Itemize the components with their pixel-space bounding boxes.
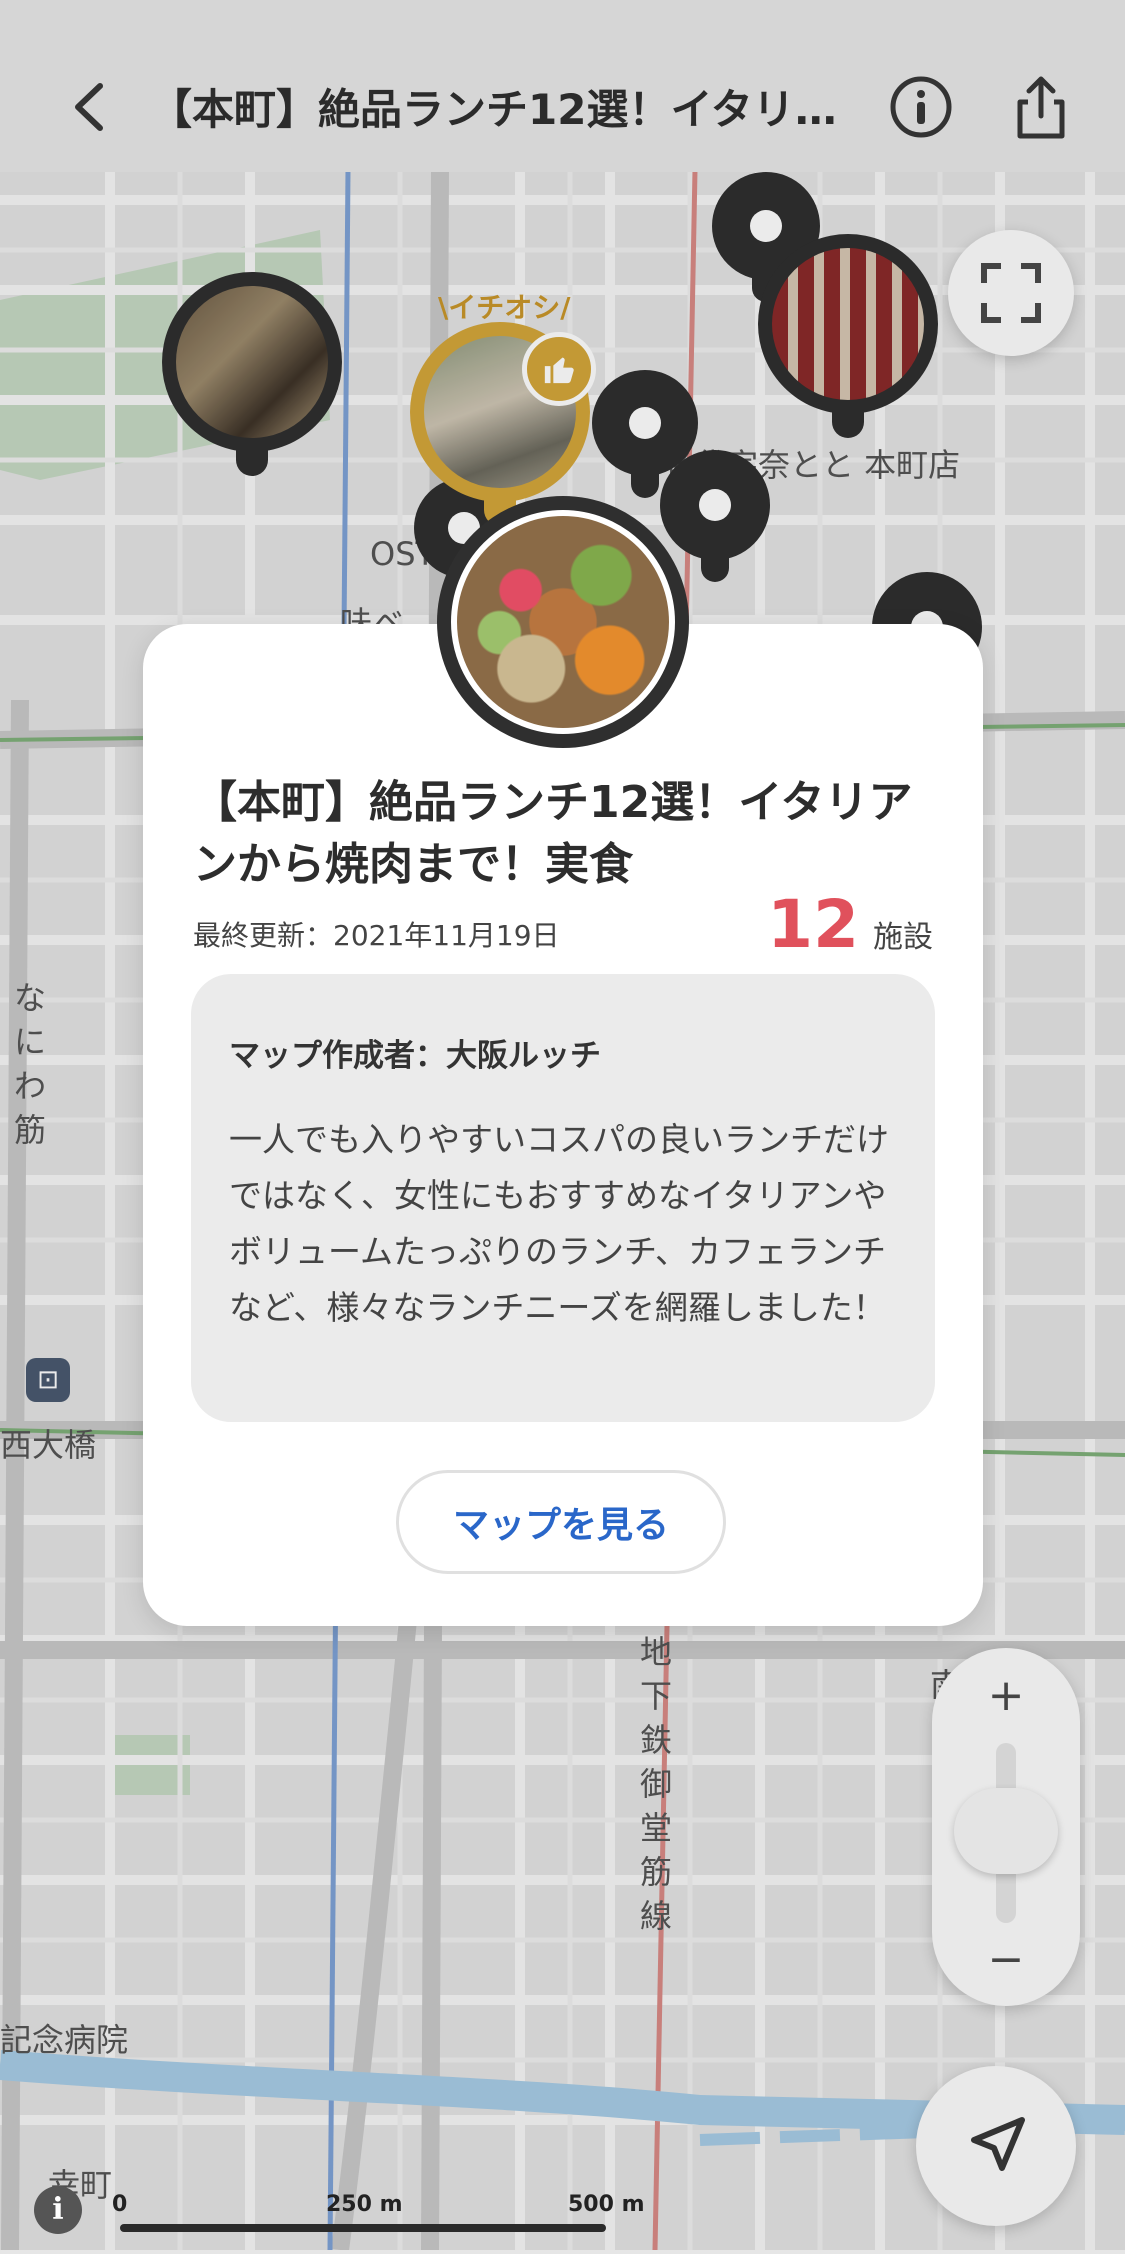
navigation-arrow-icon <box>971 2117 1025 2171</box>
fullscreen-icon <box>981 263 1041 323</box>
thumbs-up-icon <box>522 332 596 406</box>
fullscreen-button[interactable] <box>948 230 1074 356</box>
zoom-out-button[interactable]: − <box>932 1934 1080 1985</box>
zoom-control[interactable]: + − <box>932 1648 1080 2006</box>
scale-label-mid: 250 m <box>326 2192 403 2217</box>
map-photo-pin[interactable] <box>162 272 342 476</box>
share-icon <box>1017 76 1065 139</box>
page-title: 【本町】絶品ランチ12選！イタリ… <box>150 85 837 134</box>
map-description: 一人でも入りやすいコスパの良いランチだけではなく、女性にもおすすめなイタリアンや… <box>229 1120 889 1327</box>
scale-bar <box>120 2224 606 2232</box>
scale-label-zero: 0 <box>112 2192 128 2217</box>
restaurant-photo <box>176 286 328 438</box>
card-title: 【本町】絶品ランチ12選！イタリアンから焼肉まで！実食 <box>193 777 913 890</box>
map-summary-card: 【本町】絶品ランチ12選！イタリアンから焼肉まで！実食 最終更新：2021年11… <box>143 624 983 1626</box>
map-pin[interactable] <box>660 450 770 582</box>
map-info-button[interactable]: i <box>34 2186 82 2234</box>
spot-count: 12 施設 <box>767 886 933 963</box>
map-label-hospital: 記念病院 <box>0 2021 129 2059</box>
description-box: マップ作成者：大阪ルッチ 一人でも入りやすいコスパの良いランチだけではなく、女性… <box>191 974 935 1422</box>
ichioshi-badge-label: \イチオシ/ <box>438 291 571 324</box>
share-button[interactable] <box>1006 72 1076 142</box>
map-author: マップ作成者：大阪ルッチ <box>229 1038 601 1074</box>
info-button[interactable] <box>886 72 956 142</box>
last-updated: 最終更新：2021年11月19日 <box>193 919 560 952</box>
spot-count-number: 12 <box>767 886 859 963</box>
food-photo <box>451 510 675 734</box>
map-label-subway-line: 地下鉄御堂筋線 <box>639 1633 672 1935</box>
restaurant-photo <box>772 248 924 400</box>
map-photo-pin[interactable] <box>758 234 938 438</box>
zoom-in-button[interactable]: + <box>932 1670 1080 1721</box>
view-map-button[interactable]: マップを見る <box>396 1470 726 1574</box>
top-bar: 【本町】絶品ランチ12選！イタリ… <box>0 0 1125 172</box>
map-featured-pin[interactable] <box>410 322 596 526</box>
info-icon <box>890 76 952 138</box>
map-cover-avatar <box>437 496 689 748</box>
train-station-icon[interactable]: ⊡ <box>26 1358 70 1402</box>
current-location-button[interactable] <box>916 2066 1076 2226</box>
chevron-left-icon <box>75 83 103 131</box>
map-label-naniwa-street: なにわ筋 <box>13 979 46 1149</box>
info-icon: i <box>52 2192 64 2227</box>
scale-label-end: 500 m <box>568 2192 645 2217</box>
zoom-slider-handle[interactable] <box>954 1788 1058 1874</box>
back-button[interactable] <box>56 72 126 142</box>
spot-count-unit: 施設 <box>873 920 933 955</box>
map-label-nishiohashi-station: 西大橋 <box>0 1426 97 1464</box>
